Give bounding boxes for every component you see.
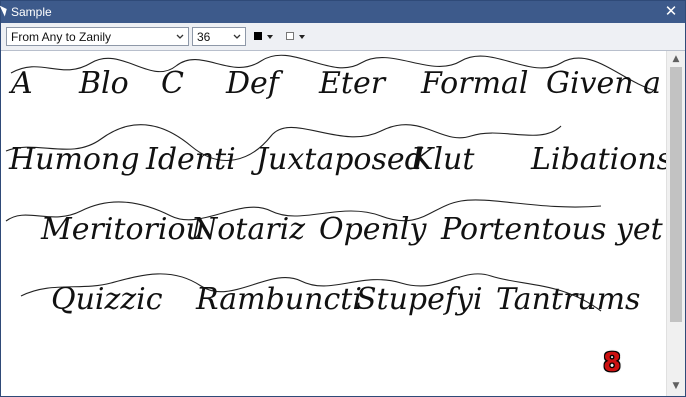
sample-word: Juxtaposed (250, 142, 424, 177)
scroll-down-arrow-icon[interactable]: ▼ (671, 382, 681, 391)
annotation-badge: 8 (602, 348, 622, 378)
sample-word: A (8, 66, 33, 101)
sample-word: Def (225, 66, 284, 101)
sample-word: Rambuncti (195, 282, 362, 317)
sample-word: Libations (530, 142, 666, 177)
scrollbar-thumb[interactable] (670, 67, 682, 322)
sample-word: Formal (420, 66, 529, 101)
sample-word: Given a (546, 66, 661, 101)
sample-word: Humong (8, 142, 140, 177)
vertical-scrollbar[interactable]: ▲ ▼ (666, 51, 685, 396)
sample-word: Quizzic (51, 282, 163, 317)
font-size-dropdown[interactable]: 36 (192, 27, 246, 46)
background-color-button[interactable] (283, 29, 307, 45)
sample-word: Openly (319, 212, 427, 247)
sample-text-canvas: A Blo C Def Eter Formal Given a Humong Identi Jux… (5, 54, 666, 317)
chevron-down-icon (299, 35, 305, 39)
chevron-down-icon[interactable] (174, 29, 186, 44)
sample-word: Portentous yet (440, 212, 664, 247)
sample-word: Tantrums (496, 282, 640, 317)
scroll-up-arrow-icon[interactable]: ▲ (671, 55, 681, 64)
sample-word: Blo (78, 66, 129, 101)
close-icon[interactable]: ✕ (663, 3, 679, 19)
sample-word: Meritoriou (40, 212, 205, 247)
mouse-cursor-icon (0, 3, 10, 17)
sample-word: Stupefyi (356, 282, 483, 317)
sample-word: Identi (145, 142, 236, 177)
sample-word: Klut (410, 142, 475, 177)
chevron-down-icon[interactable] (231, 29, 243, 44)
font-size-value: 36 (197, 30, 211, 44)
title-bar[interactable]: Sample ✕ (0, 1, 685, 23)
background-color-swatch (286, 32, 294, 40)
chevron-down-icon (267, 35, 273, 39)
sample-window: Sample ✕ From Any to Zanily 36 A Blo C D… (0, 0, 686, 397)
foreground-color-swatch (254, 32, 262, 40)
sample-word: Notariz (190, 212, 305, 247)
sample-word: C (161, 66, 184, 101)
font-sample-area: A Blo C Def Eter Formal Given a Humong Identi Jux… (1, 51, 666, 396)
window-title: Sample (11, 5, 52, 19)
sample-word: Eter (318, 66, 387, 101)
foreground-color-button[interactable] (251, 29, 275, 45)
sample-text-dropdown[interactable]: From Any to Zanily (6, 27, 189, 46)
toolbar: From Any to Zanily 36 (1, 23, 685, 51)
sample-text-value: From Any to Zanily (11, 30, 112, 44)
